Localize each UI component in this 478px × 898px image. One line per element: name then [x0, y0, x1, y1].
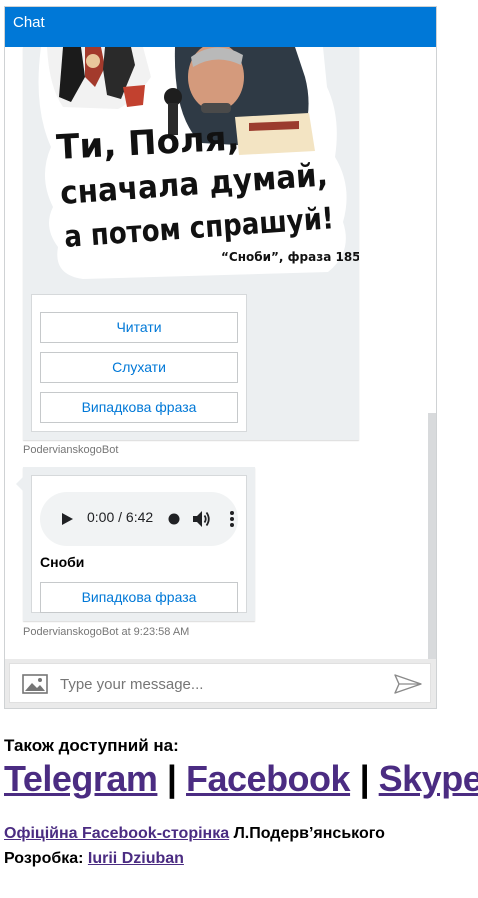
chat-title: Chat [13, 14, 45, 31]
send-icon[interactable] [394, 674, 422, 694]
random-phrase-button[interactable]: Випадкова фраза [40, 392, 238, 423]
sender-label: PodervianskogoBot [23, 444, 119, 456]
official-page-line: Офіційна Facebook-сторінка Л.Подерв’янсь… [4, 825, 385, 843]
scrollbar-track[interactable] [428, 47, 436, 659]
facebook-link[interactable]: Facebook [186, 758, 351, 799]
developer-line: Розробка: Iurii Dziuban [4, 850, 184, 868]
telegram-link[interactable]: Telegram [4, 758, 158, 799]
official-facebook-link[interactable]: Офіційна Facebook-сторінка [4, 825, 229, 842]
link-separator: | [359, 758, 370, 799]
official-page-suffix: Л.Подерв’янського [229, 825, 385, 842]
audio-player: 0:00 / 6:42 [40, 492, 238, 546]
link-separator: | [166, 758, 177, 799]
message-input-bar [9, 663, 431, 703]
bot-message-card: Ти, Поля, сначала думай, а потом спрашуй… [23, 47, 359, 440]
developer-link[interactable]: Iurii Dziuban [88, 850, 184, 867]
message-timestamp: PodervianskogoBot at 9:23:58 AM [23, 626, 190, 638]
image-upload-icon[interactable] [22, 674, 48, 694]
message-input[interactable] [58, 672, 382, 696]
listen-button[interactable]: Слухати [40, 352, 238, 383]
platform-links: Telegram | Facebook | Skype [4, 758, 478, 800]
artwork-caption: “Сноби”, фраза 185 [221, 250, 359, 264]
more-options-icon[interactable] [229, 510, 235, 528]
quote-artwork: Ти, Поля, сначала думай, а потом спрашуй… [23, 47, 359, 293]
scrollbar-thumb[interactable] [428, 413, 436, 659]
audio-card-inner: 0:00 / 6:42 Сноби Випадкова фраза [31, 475, 247, 613]
audio-message-card: 0:00 / 6:42 Сноби Випадкова фраза [16, 467, 255, 621]
chat-widget: Chat Ти, Поля, сначала думай, а потом сп… [4, 6, 437, 709]
audio-time: 0:00 / 6:42 [87, 509, 154, 525]
play-icon[interactable] [60, 512, 74, 526]
developer-label: Розробка: [4, 850, 88, 867]
random-phrase-button-2[interactable]: Випадкова фраза [40, 582, 238, 613]
read-button[interactable]: Читати [40, 312, 238, 343]
message-history[interactable]: Ти, Поля, сначала думай, а потом спрашуй… [5, 47, 436, 659]
skype-link[interactable]: Skype [379, 758, 478, 799]
available-on-label: Також доступний на: [4, 736, 179, 755]
action-buttons: Читати Слухати Випадкова фраза [31, 294, 247, 432]
audio-title: Сноби [40, 554, 85, 570]
seek-handle[interactable] [168, 513, 180, 525]
chat-header: Chat [5, 7, 436, 47]
volume-icon[interactable] [191, 509, 211, 529]
